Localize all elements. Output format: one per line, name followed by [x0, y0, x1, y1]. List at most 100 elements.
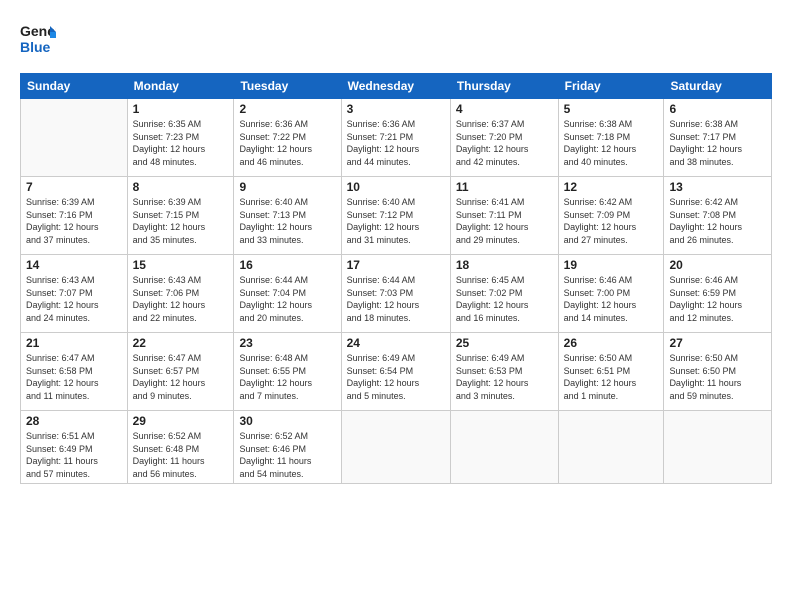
day-number: 24 [347, 336, 445, 350]
day-info: Sunrise: 6:41 AMSunset: 7:11 PMDaylight:… [456, 196, 553, 246]
day-number: 29 [133, 414, 229, 428]
calendar-cell: 5 Sunrise: 6:38 AMSunset: 7:18 PMDaylight… [558, 99, 664, 177]
day-number: 2 [239, 102, 335, 116]
day-number: 16 [239, 258, 335, 272]
calendar-table: SundayMondayTuesdayWednesdayThursdayFrid… [20, 73, 772, 484]
calendar-cell: 11 Sunrise: 6:41 AMSunset: 7:11 PMDayligh… [450, 177, 558, 255]
calendar-cell: 19 Sunrise: 6:46 AMSunset: 7:00 PMDayligh… [558, 255, 664, 333]
day-number: 11 [456, 180, 553, 194]
day-info: Sunrise: 6:44 AMSunset: 7:04 PMDaylight:… [239, 274, 335, 324]
day-number: 9 [239, 180, 335, 194]
day-number: 19 [564, 258, 659, 272]
day-number: 25 [456, 336, 553, 350]
day-number: 17 [347, 258, 445, 272]
calendar-cell: 10Sunrise: 6:40 AMSunset: 7:12 PMDayligh… [341, 177, 450, 255]
day-info: Sunrise: 6:35 AMSunset: 7:23 PMDaylight:… [133, 118, 229, 168]
calendar-cell: 25 Sunrise: 6:49 AMSunset: 6:53 PMDayligh… [450, 333, 558, 411]
day-info: Sunrise: 6:45 AMSunset: 7:02 PMDaylight:… [456, 274, 553, 324]
calendar-cell: 4 Sunrise: 6:37 AMSunset: 7:20 PMDaylight… [450, 99, 558, 177]
calendar-cell: 16 Sunrise: 6:44 AMSunset: 7:04 PMDayligh… [234, 255, 341, 333]
day-number: 20 [669, 258, 766, 272]
calendar-cell: 8 Sunrise: 6:39 AMSunset: 7:15 PMDaylight… [127, 177, 234, 255]
page-header: General Blue [20, 18, 772, 63]
calendar-cell: 24Sunrise: 6:49 AMSunset: 6:54 PMDayligh… [341, 333, 450, 411]
weekday-header-sunday: Sunday [21, 74, 128, 99]
calendar-cell: 14Sunrise: 6:43 AMSunset: 7:07 PMDayligh… [21, 255, 128, 333]
day-number: 23 [239, 336, 335, 350]
weekday-header-wednesday: Wednesday [341, 74, 450, 99]
day-number: 15 [133, 258, 229, 272]
calendar-cell: 17 Sunrise: 6:44 AMSunset: 7:03 PMDayligh… [341, 255, 450, 333]
day-info: Sunrise: 6:50 AMSunset: 6:51 PMDaylight:… [564, 352, 659, 402]
calendar-cell [450, 411, 558, 484]
svg-text:Blue: Blue [20, 39, 51, 55]
calendar-cell [21, 99, 128, 177]
day-number: 30 [239, 414, 335, 428]
day-number: 4 [456, 102, 553, 116]
weekday-header-friday: Friday [558, 74, 664, 99]
calendar-cell: 21 Sunrise: 6:47 AMSunset: 6:58 PMDayligh… [21, 333, 128, 411]
day-info: Sunrise: 6:42 AMSunset: 7:08 PMDaylight:… [669, 196, 766, 246]
day-number: 8 [133, 180, 229, 194]
logo: General Blue [20, 18, 56, 63]
calendar-cell: 7 Sunrise: 6:39 AMSunset: 7:16 PMDaylight… [21, 177, 128, 255]
calendar-cell: 22Sunrise: 6:47 AMSunset: 6:57 PMDayligh… [127, 333, 234, 411]
calendar-cell: 29Sunrise: 6:52 AMSunset: 6:48 PMDayligh… [127, 411, 234, 484]
day-number: 18 [456, 258, 553, 272]
calendar-cell: 28 Sunrise: 6:51 AMSunset: 6:49 PMDayligh… [21, 411, 128, 484]
calendar-week-row: 28 Sunrise: 6:51 AMSunset: 6:49 PMDayligh… [21, 411, 772, 484]
day-number: 21 [26, 336, 122, 350]
day-number: 22 [133, 336, 229, 350]
day-info: Sunrise: 6:37 AMSunset: 7:20 PMDaylight:… [456, 118, 553, 168]
weekday-header-thursday: Thursday [450, 74, 558, 99]
day-info: Sunrise: 6:38 AMSunset: 7:18 PMDaylight:… [564, 118, 659, 168]
calendar-cell: 23 Sunrise: 6:48 AMSunset: 6:55 PMDayligh… [234, 333, 341, 411]
day-info: Sunrise: 6:46 AMSunset: 6:59 PMDaylight:… [669, 274, 766, 324]
day-info: Sunrise: 6:38 AMSunset: 7:17 PMDaylight:… [669, 118, 766, 168]
calendar-cell: 13 Sunrise: 6:42 AMSunset: 7:08 PMDayligh… [664, 177, 772, 255]
day-info: Sunrise: 6:43 AMSunset: 7:06 PMDaylight:… [133, 274, 229, 324]
logo-icon: General Blue [20, 18, 56, 58]
day-info: Sunrise: 6:39 AMSunset: 7:16 PMDaylight:… [26, 196, 122, 246]
calendar-cell: 15 Sunrise: 6:43 AMSunset: 7:06 PMDayligh… [127, 255, 234, 333]
day-number: 3 [347, 102, 445, 116]
calendar-cell: 6 Sunrise: 6:38 AMSunset: 7:17 PMDaylight… [664, 99, 772, 177]
day-info: Sunrise: 6:51 AMSunset: 6:49 PMDaylight:… [26, 430, 122, 480]
day-number: 27 [669, 336, 766, 350]
day-info: Sunrise: 6:46 AMSunset: 7:00 PMDaylight:… [564, 274, 659, 324]
calendar-cell: 26Sunrise: 6:50 AMSunset: 6:51 PMDayligh… [558, 333, 664, 411]
day-info: Sunrise: 6:36 AMSunset: 7:22 PMDaylight:… [239, 118, 335, 168]
day-info: Sunrise: 6:39 AMSunset: 7:15 PMDaylight:… [133, 196, 229, 246]
calendar-cell: 27Sunrise: 6:50 AMSunset: 6:50 PMDayligh… [664, 333, 772, 411]
day-number: 14 [26, 258, 122, 272]
day-number: 13 [669, 180, 766, 194]
day-number: 6 [669, 102, 766, 116]
calendar-week-row: 21 Sunrise: 6:47 AMSunset: 6:58 PMDayligh… [21, 333, 772, 411]
day-info: Sunrise: 6:49 AMSunset: 6:53 PMDaylight:… [456, 352, 553, 402]
calendar-header-row: SundayMondayTuesdayWednesdayThursdayFrid… [21, 74, 772, 99]
day-number: 12 [564, 180, 659, 194]
day-info: Sunrise: 6:44 AMSunset: 7:03 PMDaylight:… [347, 274, 445, 324]
day-number: 1 [133, 102, 229, 116]
day-info: Sunrise: 6:40 AMSunset: 7:12 PMDaylight:… [347, 196, 445, 246]
calendar-cell: 1 Sunrise: 6:35 AMSunset: 7:23 PMDaylight… [127, 99, 234, 177]
day-info: Sunrise: 6:36 AMSunset: 7:21 PMDaylight:… [347, 118, 445, 168]
calendar-cell: 3 Sunrise: 6:36 AMSunset: 7:21 PMDaylight… [341, 99, 450, 177]
weekday-header-monday: Monday [127, 74, 234, 99]
calendar-cell [558, 411, 664, 484]
day-info: Sunrise: 6:40 AMSunset: 7:13 PMDaylight:… [239, 196, 335, 246]
calendar-cell: 30 Sunrise: 6:52 AMSunset: 6:46 PMDayligh… [234, 411, 341, 484]
day-number: 28 [26, 414, 122, 428]
calendar-week-row: 7 Sunrise: 6:39 AMSunset: 7:16 PMDaylight… [21, 177, 772, 255]
day-info: Sunrise: 6:52 AMSunset: 6:46 PMDaylight:… [239, 430, 335, 480]
day-info: Sunrise: 6:47 AMSunset: 6:58 PMDaylight:… [26, 352, 122, 402]
day-number: 5 [564, 102, 659, 116]
calendar-cell: 9 Sunrise: 6:40 AMSunset: 7:13 PMDaylight… [234, 177, 341, 255]
day-info: Sunrise: 6:42 AMSunset: 7:09 PMDaylight:… [564, 196, 659, 246]
day-number: 7 [26, 180, 122, 194]
calendar-week-row: 14Sunrise: 6:43 AMSunset: 7:07 PMDayligh… [21, 255, 772, 333]
day-info: Sunrise: 6:48 AMSunset: 6:55 PMDaylight:… [239, 352, 335, 402]
calendar-cell: 18 Sunrise: 6:45 AMSunset: 7:02 PMDayligh… [450, 255, 558, 333]
weekday-header-tuesday: Tuesday [234, 74, 341, 99]
calendar-cell [664, 411, 772, 484]
